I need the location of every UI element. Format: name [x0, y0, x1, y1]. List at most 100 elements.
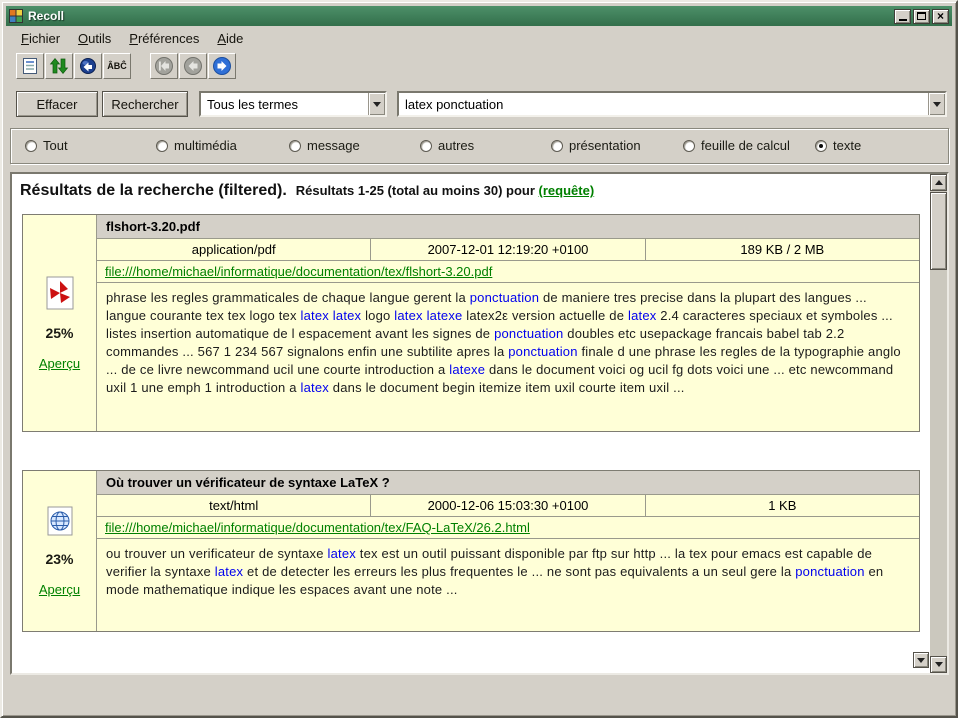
filter-label: présentation	[569, 138, 641, 153]
recoll-window: Recoll Fichier Outils Préférences Aide	[0, 0, 958, 718]
result-url-link[interactable]: file:///home/michael/informatique/docume…	[105, 520, 530, 535]
first-page-button[interactable]	[150, 53, 178, 79]
next-page-button[interactable]	[208, 53, 236, 79]
radio-icon	[156, 140, 168, 152]
highlighted-term: latexe	[427, 308, 463, 323]
document-history-button[interactable]	[16, 53, 44, 79]
highlighted-term: latex	[628, 308, 656, 323]
filter-radio-autres[interactable]: autres	[420, 138, 474, 153]
highlighted-term: latex	[394, 308, 422, 323]
maximize-icon	[917, 12, 926, 20]
result-meta-row: application/pdf 2007-12-01 12:19:20 +010…	[97, 239, 919, 261]
highlighted-term: latexe	[449, 362, 485, 377]
highlighted-term: latex	[333, 308, 361, 323]
highlighted-term: ponctuation	[508, 344, 577, 359]
category-filter-panel: Tout multimédia message autres présentat…	[10, 128, 949, 164]
filter-label: Tout	[43, 138, 68, 153]
result-size: 189 KB / 2 MB	[646, 239, 919, 260]
result-detail: flshort-3.20.pdf application/pdf 2007-12…	[97, 215, 919, 431]
result-title: flshort-3.20.pdf	[97, 215, 919, 239]
scroll-up-button[interactable]	[930, 174, 947, 191]
highlighted-term: ponctuation	[494, 326, 563, 341]
filter-radio-texte[interactable]: texte	[815, 138, 861, 153]
menu-preferences[interactable]: Préférences	[120, 29, 208, 48]
preview-link[interactable]: Aperçu	[39, 356, 80, 371]
title-bar[interactable]: Recoll	[6, 6, 952, 26]
previous-page-button[interactable]	[179, 53, 207, 79]
result-item: 23% Aperçu Où trouver un vérificateur de…	[22, 470, 920, 632]
filter-label: feuille de calcul	[701, 138, 790, 153]
close-button close-icon[interactable]	[932, 9, 949, 24]
inner-scrollbar-down-button[interactable]	[913, 652, 929, 668]
filter-label: message	[307, 138, 360, 153]
results-summary: Résultats 1-25 (total au moins 30) pour …	[296, 183, 594, 198]
result-url-link[interactable]: file:///home/michael/informatique/docume…	[105, 264, 492, 279]
update-index-icon	[49, 57, 69, 75]
query-input[interactable]: latex ponctuation	[397, 91, 947, 117]
highlighted-term: latex	[215, 564, 243, 579]
filter-radio-feuille-de-calcul[interactable]: feuille de calcul	[683, 138, 790, 153]
summary-connector: pour	[506, 183, 535, 198]
recoll-app-icon	[9, 9, 23, 23]
radio-icon	[25, 140, 37, 152]
scrollbar-thumb[interactable]	[930, 192, 947, 270]
result-mime: application/pdf	[97, 239, 371, 260]
filter-radio-message[interactable]: message	[289, 138, 360, 153]
menu-outils[interactable]: Outils	[69, 29, 120, 48]
results-scrollbar[interactable]	[930, 174, 947, 673]
result-snippet: phrase les regles grammaticales de chaqu…	[97, 283, 919, 431]
highlighted-term: latex	[301, 380, 329, 395]
result-meta-row: text/html 2000-12-06 15:03:30 +0100 1 KB	[97, 495, 919, 517]
summary-prefix: Résultats	[296, 183, 355, 198]
highlighted-term: ponctuation	[795, 564, 864, 579]
scroll-down-button[interactable]	[930, 656, 947, 673]
chevron-down-icon[interactable]	[928, 93, 945, 115]
document-history-icon	[21, 57, 39, 75]
maximize-button[interactable]	[913, 9, 930, 24]
next-page-icon	[212, 56, 232, 76]
result-item: 25% Aperçu flshort-3.20.pdf application/…	[22, 214, 920, 432]
menu-bar: Fichier Outils Préférences Aide	[6, 28, 952, 49]
result-url-row: file:///home/michael/informatique/docume…	[97, 261, 919, 283]
menu-fichier[interactable]: Fichier	[12, 29, 69, 48]
filter-radio-presentation[interactable]: présentation	[551, 138, 641, 153]
search-row: Effacer Rechercher Tous les termes latex…	[6, 90, 952, 118]
menu-aide[interactable]: Aide	[208, 29, 252, 48]
filter-label: texte	[833, 138, 861, 153]
result-side-panel: 23% Aperçu	[23, 471, 97, 631]
relevance-percent: 23%	[45, 551, 73, 567]
result-side-panel: 25% Aperçu	[23, 215, 97, 431]
results-header: Résultats de la recherche (filtered). Rés…	[18, 180, 924, 200]
filter-radio-tout[interactable]: Tout	[25, 138, 68, 153]
query-details-link[interactable]: (requête)	[539, 183, 595, 198]
radio-icon	[815, 140, 827, 152]
highlighted-term: ponctuation	[470, 290, 539, 305]
chevron-down-icon[interactable]	[368, 93, 385, 115]
pdf-file-icon	[45, 276, 75, 310]
query-value[interactable]: latex ponctuation	[399, 97, 928, 112]
clear-button[interactable]: Effacer	[16, 91, 98, 117]
minimize-button[interactable]	[894, 9, 911, 24]
result-url-row: file:///home/michael/informatique/docume…	[97, 517, 919, 539]
search-button[interactable]: Rechercher	[102, 91, 188, 117]
summary-range: 1-25 (total au moins 30)	[358, 183, 502, 198]
term-explorer-button[interactable]: ÂBĈ	[103, 53, 131, 79]
radio-icon	[420, 140, 432, 152]
filter-label: multimédia	[174, 138, 237, 153]
radio-icon	[551, 140, 563, 152]
results-panel: Résultats de la recherche (filtered). Rés…	[10, 172, 949, 675]
results-list: Résultats de la recherche (filtered). Rés…	[12, 174, 930, 673]
result-title: Où trouver un vérificateur de syntaxe La…	[97, 471, 919, 495]
update-index-button[interactable]	[45, 53, 73, 79]
search-mode-value: Tous les termes	[201, 97, 368, 112]
radio-icon	[289, 140, 301, 152]
sort-parameters-icon	[79, 57, 97, 75]
result-date: 2007-12-01 12:19:20 +0100	[371, 239, 645, 260]
preview-link[interactable]: Aperçu	[39, 582, 80, 597]
sort-parameters-button[interactable]	[74, 53, 102, 79]
results-title: Résultats de la recherche (filtered).	[20, 182, 287, 199]
radio-icon	[683, 140, 695, 152]
result-date: 2000-12-06 15:03:30 +0100	[371, 495, 645, 516]
filter-radio-multimedia[interactable]: multimédia	[156, 138, 237, 153]
search-mode-select[interactable]: Tous les termes	[199, 91, 387, 117]
